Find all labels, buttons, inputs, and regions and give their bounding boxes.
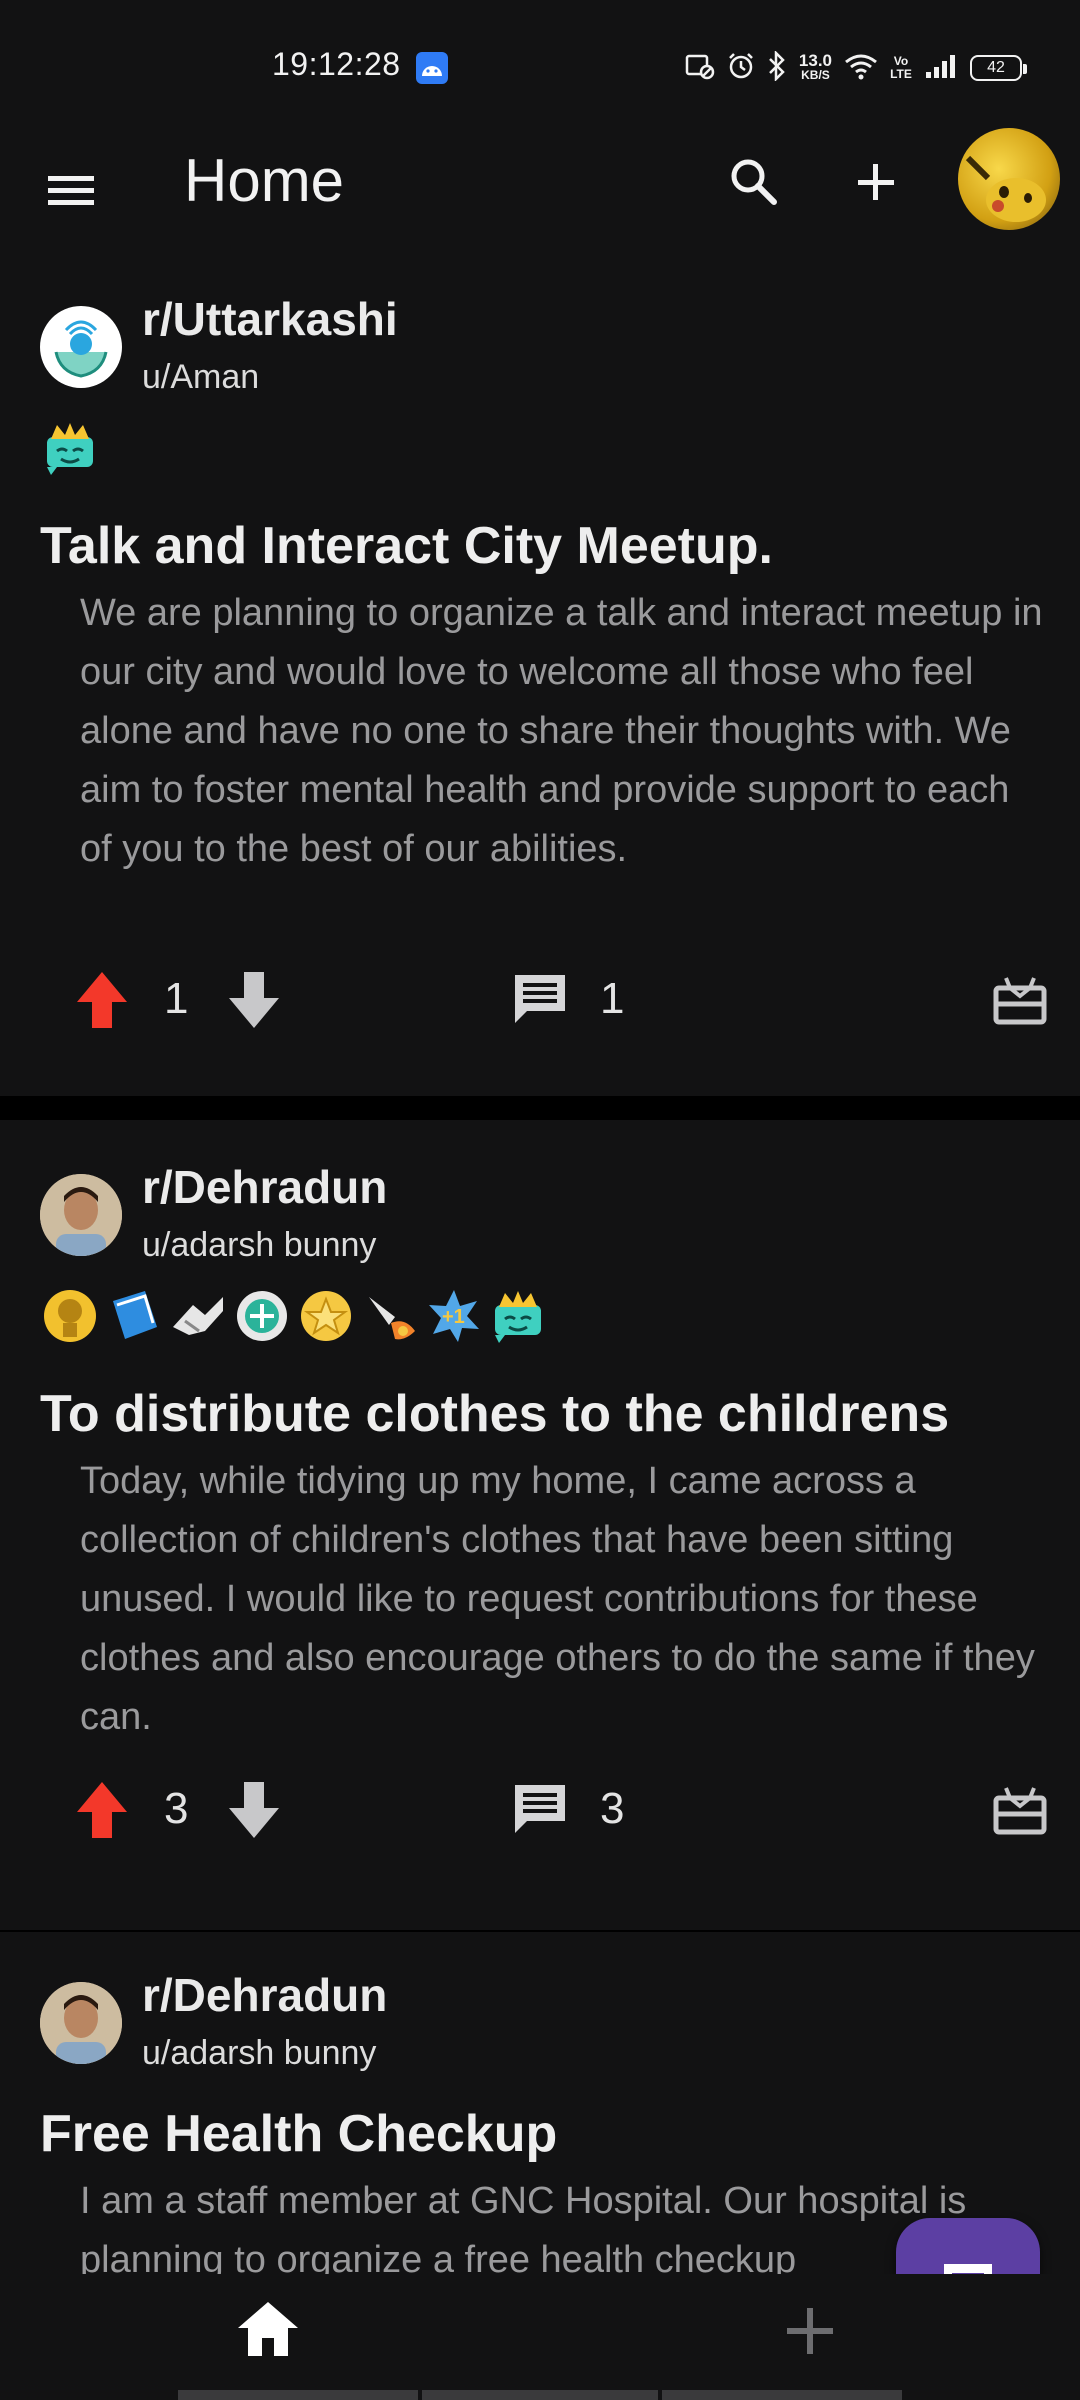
post-feed[interactable]: r/Uttarkashi u/Aman Talk and Interact Ci… bbox=[0, 254, 1080, 2274]
nav-home-button[interactable] bbox=[232, 2294, 304, 2366]
comments-button[interactable] bbox=[508, 968, 572, 1032]
hamburger-menu-icon bbox=[48, 176, 94, 205]
post-title[interactable]: To distribute clothes to the childrens bbox=[40, 1384, 949, 1444]
network-speed-value: 13.0 bbox=[798, 51, 832, 70]
save-button[interactable] bbox=[988, 968, 1052, 1032]
profile-avatar[interactable] bbox=[958, 128, 1060, 230]
status-bar: 19:12:28 13.0 KB/S Vo LTE 42 bbox=[0, 0, 1080, 128]
app-bar: Home bbox=[0, 128, 1080, 254]
search-button[interactable] bbox=[724, 152, 784, 212]
bluetooth-icon bbox=[767, 49, 787, 86]
upvote-arrow-icon bbox=[77, 1782, 127, 1838]
rocket-icon bbox=[360, 1286, 420, 1346]
downvote-arrow-icon bbox=[229, 972, 279, 1028]
wifi-icon bbox=[844, 52, 878, 85]
post-actions: 1 1 bbox=[0, 960, 1080, 1040]
status-time: 19:12:28 bbox=[272, 46, 401, 82]
comment-icon bbox=[515, 1785, 565, 1833]
plus-one-icon: +1 bbox=[424, 1286, 484, 1346]
post-title[interactable]: Free Health Checkup bbox=[40, 2104, 557, 2164]
post-body: Today, while tidying up my home, I came … bbox=[80, 1460, 1035, 1738]
bottom-navigation bbox=[0, 2274, 1080, 2400]
post-card[interactable]: r/Uttarkashi u/Aman Talk and Interact Ci… bbox=[0, 254, 1080, 1096]
gesture-bar bbox=[662, 2390, 902, 2400]
gift-card-icon bbox=[993, 1787, 1047, 1835]
volte-indicator: Vo LTE bbox=[890, 54, 912, 81]
nav-create-button[interactable] bbox=[776, 2294, 844, 2366]
subreddit-name[interactable]: r/Uttarkashi bbox=[142, 292, 398, 346]
subreddit-avatar[interactable] bbox=[40, 306, 122, 388]
comment-count: 3 bbox=[600, 1784, 625, 1833]
gesture-bar bbox=[422, 2390, 658, 2400]
post-card[interactable]: r/Dehradun u/adarsh bunny +1 To distribu… bbox=[0, 1120, 1080, 1930]
no-sim-card-icon bbox=[685, 52, 715, 85]
vote-count: 3 bbox=[164, 1784, 189, 1833]
network-speed: 13.0 KB/S bbox=[798, 51, 832, 83]
home-icon bbox=[238, 2302, 298, 2356]
search-icon bbox=[731, 159, 777, 205]
signal-icon bbox=[924, 52, 958, 85]
trophy-icon bbox=[40, 1286, 100, 1346]
post-author[interactable]: u/Aman bbox=[142, 358, 259, 397]
person-avatar-icon bbox=[40, 1982, 122, 2064]
subreddit-name[interactable]: r/Dehradun bbox=[142, 1968, 387, 2022]
page-title: Home bbox=[184, 147, 345, 214]
upvote-button[interactable] bbox=[72, 968, 132, 1032]
star-badge-icon bbox=[296, 1286, 356, 1346]
svg-text:+1: +1 bbox=[442, 1306, 465, 1328]
comment-count: 1 bbox=[600, 974, 625, 1023]
downvote-arrow-icon bbox=[229, 1782, 279, 1838]
handshake-icon bbox=[168, 1286, 228, 1346]
android-app-icon bbox=[416, 52, 448, 84]
wellness-hands-icon bbox=[54, 320, 108, 378]
plus-icon bbox=[787, 2308, 833, 2354]
network-speed-unit: KB/S bbox=[801, 68, 830, 82]
upvote-button[interactable] bbox=[72, 1778, 132, 1842]
battery-indicator: 42 bbox=[970, 55, 1027, 81]
post-author[interactable]: u/adarsh bunny bbox=[142, 2034, 376, 2073]
gift-card-icon bbox=[993, 977, 1047, 1025]
post-title[interactable]: Talk and Interact City Meetup. bbox=[40, 516, 773, 576]
upvote-arrow-icon bbox=[77, 972, 127, 1028]
add-post-button[interactable] bbox=[848, 152, 904, 212]
plus-icon bbox=[858, 164, 894, 200]
crown-robot-icon bbox=[488, 1286, 548, 1346]
alarm-icon bbox=[727, 52, 755, 85]
user-flairs bbox=[40, 418, 100, 478]
menu-button[interactable] bbox=[44, 162, 100, 218]
comments-button[interactable] bbox=[508, 1778, 572, 1842]
user-flairs: +1 bbox=[40, 1286, 548, 1346]
person-avatar-icon bbox=[40, 1174, 122, 1256]
user-avatar[interactable] bbox=[40, 1174, 122, 1256]
post-actions: 3 3 bbox=[0, 1770, 1080, 1850]
gesture-bar bbox=[178, 2390, 418, 2400]
downvote-button[interactable] bbox=[224, 968, 284, 1032]
subreddit-name[interactable]: r/Dehradun bbox=[142, 1160, 387, 1214]
pikachu-avatar-icon bbox=[965, 155, 1046, 222]
comment-icon bbox=[515, 975, 565, 1023]
downvote-button[interactable] bbox=[224, 1778, 284, 1842]
book-icon bbox=[104, 1286, 164, 1346]
medal-icon bbox=[232, 1286, 292, 1346]
crown-robot-icon bbox=[40, 418, 100, 478]
status-icons: 13.0 KB/S Vo LTE 42 bbox=[685, 48, 1027, 88]
user-avatar[interactable] bbox=[40, 1982, 122, 2064]
vote-count: 1 bbox=[164, 974, 189, 1023]
post-author[interactable]: u/adarsh bunny bbox=[142, 1226, 376, 1265]
save-button[interactable] bbox=[988, 1778, 1052, 1842]
post-body: We are planning to organize a talk and i… bbox=[80, 592, 1043, 870]
